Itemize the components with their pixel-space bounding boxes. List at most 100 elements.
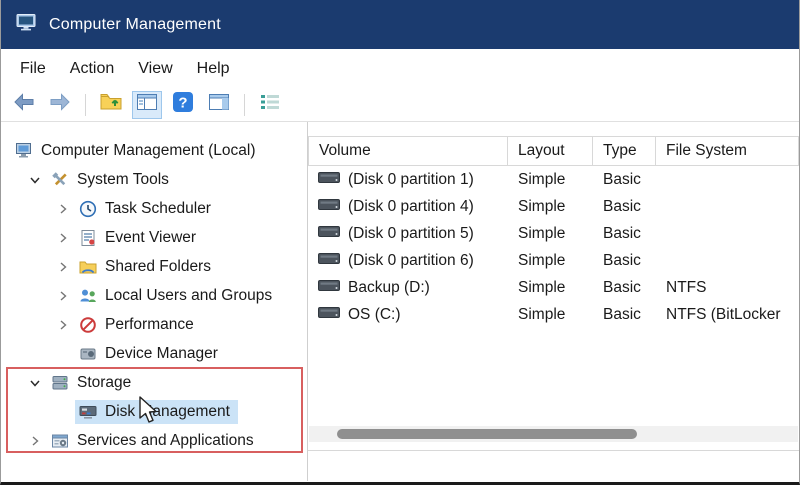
show-console-tree-button[interactable]	[132, 91, 162, 119]
tree-item-local-users-and-groups[interactable]: Local Users and Groups	[1, 281, 307, 310]
tree-item-services-and-applications[interactable]: Services and Applications	[1, 426, 307, 455]
volume-filesystem	[656, 247, 799, 274]
storage-icon	[50, 374, 70, 392]
volume-layout: Simple	[508, 247, 593, 274]
pane-gap	[308, 442, 799, 450]
volume-icon	[318, 279, 340, 297]
local-users-groups-icon	[78, 287, 98, 305]
volume-type: Basic	[593, 166, 656, 193]
event-viewer-icon	[78, 229, 98, 247]
export-list-button[interactable]	[255, 91, 285, 119]
computer-icon	[14, 142, 34, 160]
volume-icon	[318, 171, 340, 189]
volume-layout: Simple	[508, 274, 593, 301]
volume-icon	[318, 252, 340, 270]
volume-filesystem	[656, 166, 799, 193]
chevron-spacer	[53, 404, 73, 420]
volume-filesystem: NTFS	[656, 274, 799, 301]
chevron-right-icon[interactable]	[53, 317, 73, 333]
horizontal-scrollbar[interactable]	[309, 426, 798, 442]
volume-list-pane: Volume Layout Type File System (Disk 0 p…	[308, 122, 799, 481]
volume-name: (Disk 0 partition 4)	[348, 198, 474, 216]
device-manager-icon	[78, 345, 98, 363]
toolbar: ?	[1, 88, 799, 122]
tree-item-label: Storage	[77, 374, 131, 392]
tree-item-shared-folders[interactable]: Shared Folders	[1, 252, 307, 281]
volume-type: Basic	[593, 274, 656, 301]
export-list-icon	[258, 90, 282, 119]
main-area: Computer Management (Local) System Tools…	[1, 122, 799, 481]
up-folder-button[interactable]	[96, 91, 126, 119]
tree-item-label: Services and Applications	[77, 432, 254, 450]
chevron-right-icon[interactable]	[25, 433, 45, 449]
computer-icon	[15, 11, 37, 38]
chevron-right-icon[interactable]	[53, 259, 73, 275]
table-row[interactable]: (Disk 0 partition 6) Simple Basic	[308, 247, 799, 274]
scrollbar-thumb[interactable]	[337, 429, 637, 439]
menu-view[interactable]: View	[126, 49, 184, 88]
tree-item-storage[interactable]: Storage	[1, 368, 307, 397]
volume-name: OS (C:)	[348, 306, 401, 324]
toolbar-separator	[85, 94, 86, 116]
menu-action[interactable]: Action	[58, 49, 126, 88]
volume-type: Basic	[593, 193, 656, 220]
forward-button[interactable]	[45, 91, 75, 119]
console-tree: Computer Management (Local) System Tools…	[1, 122, 308, 481]
chevron-down-icon[interactable]	[25, 172, 45, 188]
table-row[interactable]: (Disk 0 partition 5) Simple Basic	[308, 220, 799, 247]
back-button[interactable]	[9, 91, 39, 119]
volume-name: (Disk 0 partition 5)	[348, 225, 474, 243]
column-header-file-system[interactable]: File System	[656, 136, 799, 166]
volume-filesystem	[656, 193, 799, 220]
volume-icon	[318, 306, 340, 324]
chevron-right-icon[interactable]	[53, 230, 73, 246]
disk-management-icon	[78, 403, 98, 421]
volume-type: Basic	[593, 301, 656, 328]
column-header-layout[interactable]: Layout	[508, 136, 593, 166]
table-row[interactable]: Backup (D:) Simple Basic NTFS	[308, 274, 799, 301]
volume-icon	[318, 198, 340, 216]
tree-item-label: Device Manager	[105, 345, 218, 363]
task-scheduler-icon	[78, 200, 98, 218]
menu-file[interactable]: File	[8, 49, 58, 88]
tree-item-label: Performance	[105, 316, 194, 334]
tree-item-system-tools[interactable]: System Tools	[1, 165, 307, 194]
tree-item-performance[interactable]: Performance	[1, 310, 307, 339]
volume-layout: Simple	[508, 301, 593, 328]
console-tree-icon	[135, 90, 159, 119]
tree-item-label: Local Users and Groups	[105, 287, 272, 305]
services-applications-icon	[50, 432, 70, 450]
action-pane-icon	[207, 90, 231, 119]
help-icon: ?	[171, 90, 195, 119]
tree-item-computer-management-local[interactable]: Computer Management (Local)	[1, 136, 307, 165]
volume-icon	[318, 225, 340, 243]
table-row[interactable]: (Disk 0 partition 4) Simple Basic	[308, 193, 799, 220]
column-header-type[interactable]: Type	[593, 136, 656, 166]
column-header-volume[interactable]: Volume	[308, 136, 508, 166]
volume-name: (Disk 0 partition 1)	[348, 171, 474, 189]
tree-item-task-scheduler[interactable]: Task Scheduler	[1, 194, 307, 223]
menu-help[interactable]: Help	[185, 49, 242, 88]
volume-layout: Simple	[508, 166, 593, 193]
chevron-down-icon[interactable]	[25, 375, 45, 391]
chevron-right-icon[interactable]	[53, 288, 73, 304]
tree-item-label: Disk Management	[105, 403, 230, 421]
svg-text:?: ?	[178, 95, 187, 112]
back-arrow-icon	[12, 90, 36, 119]
volume-filesystem: NTFS (BitLocker	[656, 301, 799, 328]
tree-item-event-viewer[interactable]: Event Viewer	[1, 223, 307, 252]
volume-filesystem	[656, 220, 799, 247]
volume-type: Basic	[593, 247, 656, 274]
tree-item-label: Event Viewer	[105, 229, 196, 247]
tree-item-disk-management[interactable]: Disk Management	[1, 397, 307, 426]
chevron-right-icon[interactable]	[53, 201, 73, 217]
tree-item-label: Computer Management (Local)	[41, 142, 256, 160]
table-row[interactable]: OS (C:) Simple Basic NTFS (BitLocker	[308, 301, 799, 328]
table-row[interactable]: (Disk 0 partition 1) Simple Basic	[308, 166, 799, 193]
menubar: File Action View Help	[1, 49, 799, 88]
toolbar-separator	[244, 94, 245, 116]
shared-folders-icon	[78, 258, 98, 276]
tree-item-device-manager[interactable]: Device Manager	[1, 339, 307, 368]
help-button[interactable]: ?	[168, 91, 198, 119]
show-action-pane-button[interactable]	[204, 91, 234, 119]
